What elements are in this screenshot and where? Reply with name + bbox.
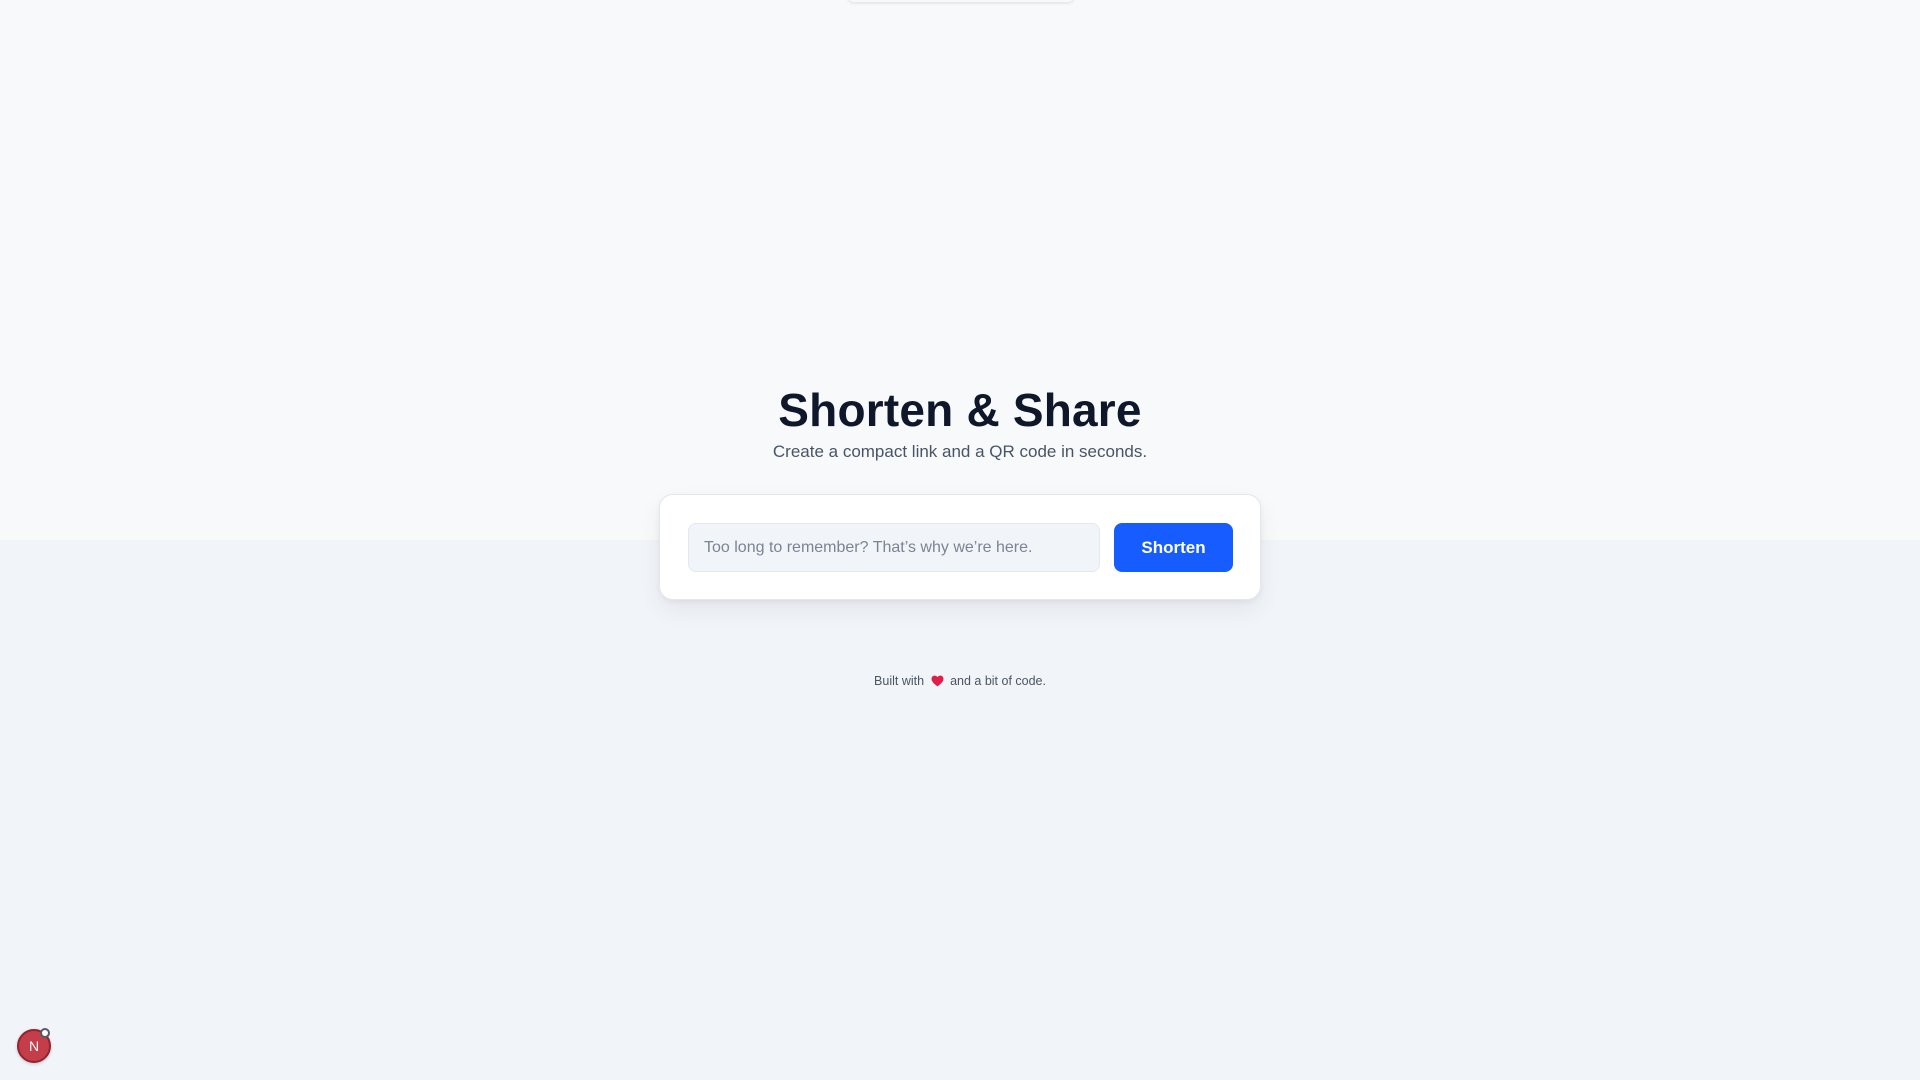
- page-subtitle: Create a compact link and a QR code in s…: [772, 442, 1148, 461]
- page-title: Shorten & Share: [778, 384, 1142, 436]
- footer-prefix: Built with: [874, 674, 925, 688]
- devtools-badge-label: N: [28, 1038, 40, 1054]
- url-input[interactable]: [688, 523, 1100, 572]
- heart-icon: [931, 675, 944, 687]
- shorten-form-card: Shorten: [659, 494, 1261, 600]
- shorten-button[interactable]: Shorten: [1114, 523, 1233, 572]
- devtools-status-dot: [40, 1028, 50, 1038]
- top-edge-shadow: [848, 0, 1074, 2]
- footer-suffix: and a bit of code.: [950, 674, 1046, 688]
- footer-credit: Built with and a bit of code.: [0, 673, 1920, 689]
